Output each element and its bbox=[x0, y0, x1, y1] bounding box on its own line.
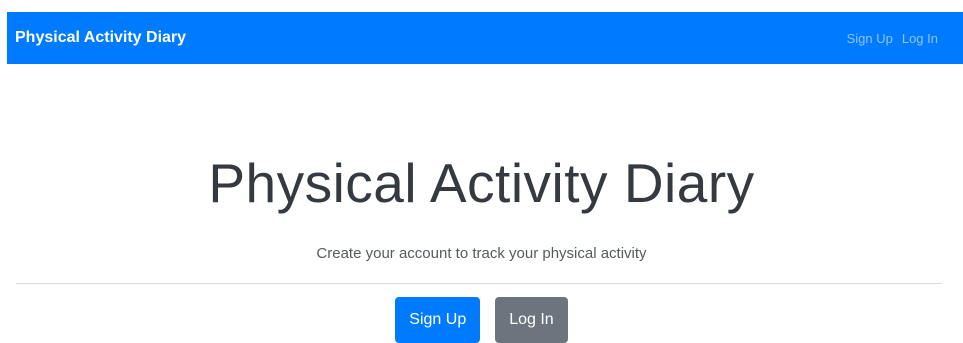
nav-link-log-in[interactable]: Log In bbox=[902, 31, 938, 46]
nav-link-sign-up[interactable]: Sign Up bbox=[847, 31, 893, 46]
hero-divider bbox=[16, 283, 942, 284]
navbar-brand[interactable]: Physical Activity Diary bbox=[15, 12, 186, 64]
hero-actions: Sign Up Log In bbox=[0, 297, 963, 343]
log-in-button[interactable]: Log In bbox=[495, 297, 568, 343]
hero-lead-text: Create your account to track your physic… bbox=[316, 245, 647, 262]
hero-title: Physical Activity Diary bbox=[208, 152, 755, 214]
navbar: Physical Activity Diary Sign Up Log In bbox=[7, 12, 963, 64]
navbar-links: Sign Up Log In bbox=[847, 12, 938, 64]
sign-up-button[interactable]: Sign Up bbox=[395, 297, 481, 343]
